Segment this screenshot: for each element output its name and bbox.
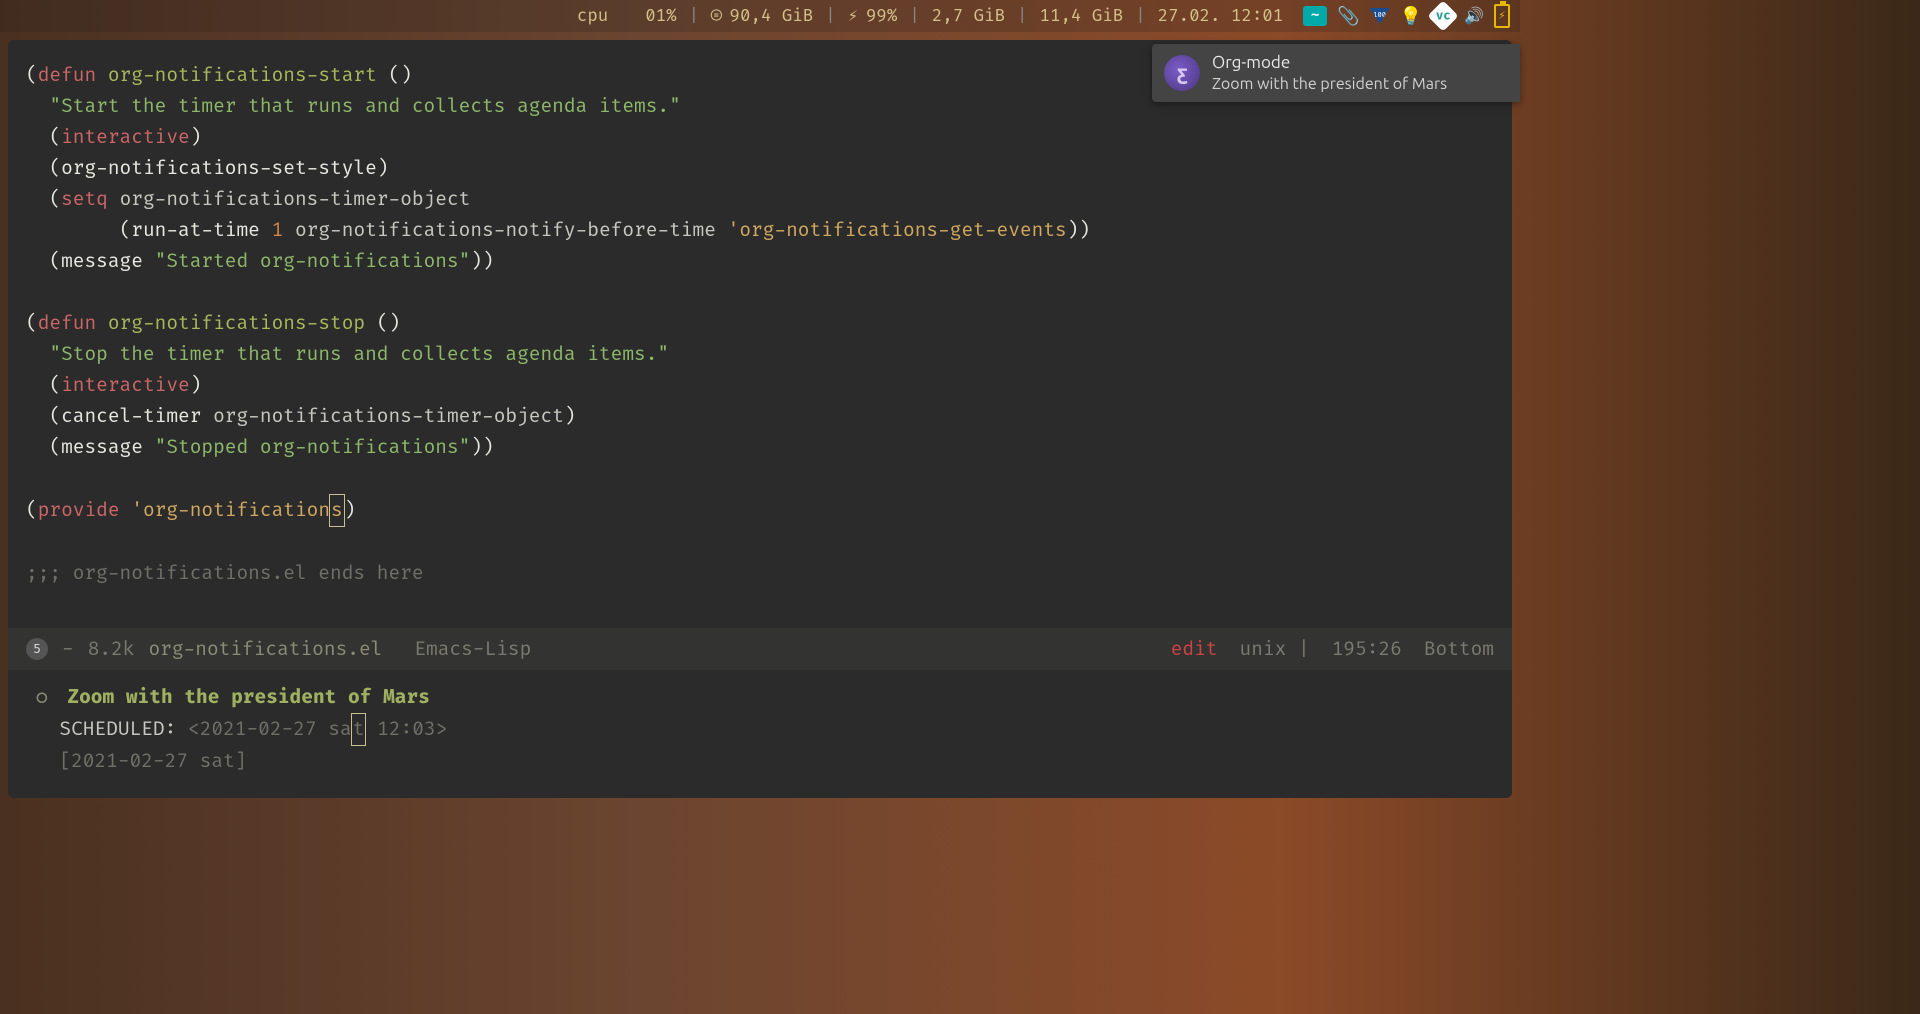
mem1-value: 2,7 GiB (932, 6, 1005, 27)
battery-tray-icon[interactable]: ⚡ (1494, 4, 1510, 28)
code-line[interactable]: (defun org-notifications-stop () (26, 308, 1506, 339)
code-line[interactable]: (org-notifications-set-style) (26, 153, 1506, 184)
vc-tray-icon[interactable]: vc (1428, 0, 1459, 31)
scheduled-label: SCHEDULED: (59, 717, 176, 741)
separator: | (825, 6, 835, 27)
org-timestamp[interactable]: [2021-02-27 sat] (36, 746, 1484, 777)
modeline-dash: - (62, 634, 74, 665)
file-size: 8.2k (88, 634, 135, 665)
code-line[interactable]: ;;; org-notifications.el ends here (26, 558, 1506, 589)
disk-value: 90,4 GiB (730, 6, 814, 27)
code-blank[interactable] (26, 463, 1506, 494)
encoding: unix | (1240, 634, 1310, 665)
org-agenda-panel[interactable]: ○ Zoom with the president of Mars SCHEDU… (8, 670, 1512, 798)
system-tray: ∼ 📎 💡 vc 🔊 ⚡ (1303, 4, 1510, 28)
window-number-badge: 5 (26, 638, 48, 660)
code-line[interactable]: "Stop the timer that runs and collects a… (26, 339, 1506, 370)
code-blank[interactable] (26, 277, 1506, 308)
code-line[interactable]: (message "Started org-notifications")) (26, 246, 1506, 277)
notification-popup[interactable]: ƹ Org-mode Zoom with the president of Ma… (1152, 44, 1520, 102)
notification-body: Zoom with the president of Mars (1212, 74, 1447, 95)
cpu-label: cpu (577, 6, 608, 27)
code-line[interactable]: (run-at-time 1 org-notifications-notify-… (26, 215, 1506, 246)
buffer-filename[interactable]: org-notifications.el (148, 634, 382, 665)
notification-text: Org-mode Zoom with the president of Mars (1212, 52, 1447, 95)
system-statusbar: cpu 01% | ⊜ 90,4 GiB | ⚡99% | 2,7 GiB | … (0, 0, 1520, 32)
bulb-tray-icon[interactable]: 💡 (1400, 5, 1422, 28)
org-heading[interactable]: ○ Zoom with the president of Mars (36, 682, 1484, 713)
cursor: s (329, 494, 345, 527)
code-line[interactable]: (interactive) (26, 370, 1506, 401)
separator: | (689, 6, 699, 27)
code-line[interactable]: (provide 'org-notifications) (26, 494, 1506, 527)
code-blank[interactable] (26, 527, 1506, 558)
org-scheduled[interactable]: SCHEDULED: <2021-02-27 sat 12:03> (36, 713, 1484, 746)
cpu-value: 01% (645, 6, 676, 27)
sound-tray-icon[interactable]: 🔊 (1464, 6, 1484, 26)
separator: | (1017, 6, 1027, 27)
bolt-icon: ⚡ (848, 6, 858, 27)
wifi-tray-icon[interactable] (1370, 8, 1390, 24)
emacs-editor[interactable]: (defun org-notifications-start () "Start… (8, 40, 1512, 798)
org-heading-title: Zoom with the president of Mars (67, 685, 429, 709)
notification-title: Org-mode (1212, 52, 1447, 74)
code-line[interactable]: (message "Stopped org-notifications")) (26, 432, 1506, 463)
scroll-position: Bottom (1424, 634, 1494, 665)
edit-state: edit (1171, 634, 1218, 665)
emacs-notif-icon: ƹ (1164, 55, 1200, 91)
battery-value: 99% (866, 6, 897, 27)
mem2-value: 11,4 GiB (1040, 6, 1124, 27)
org-bullet-icon: ○ (36, 685, 48, 709)
code-line[interactable]: (interactive) (26, 122, 1506, 153)
major-mode[interactable]: Emacs-Lisp (414, 634, 531, 665)
lambda-tray-icon[interactable]: ∼ (1303, 6, 1327, 26)
code-line[interactable]: (cancel-timer org-notifications-timer-ob… (26, 401, 1506, 432)
cursor-position: 195:26 (1332, 634, 1402, 665)
clip-tray-icon[interactable]: 📎 (1337, 5, 1359, 28)
separator: | (1135, 6, 1145, 27)
datetime-value: 27.02. 12:01 (1158, 6, 1284, 27)
separator: | (909, 6, 919, 27)
emacs-modeline: 5 - 8.2k org-notifications.el Emacs-Lisp… (8, 628, 1512, 670)
code-line[interactable]: (setq org-notifications-timer-object (26, 184, 1506, 215)
disk-icon: ⊜ (711, 6, 721, 27)
